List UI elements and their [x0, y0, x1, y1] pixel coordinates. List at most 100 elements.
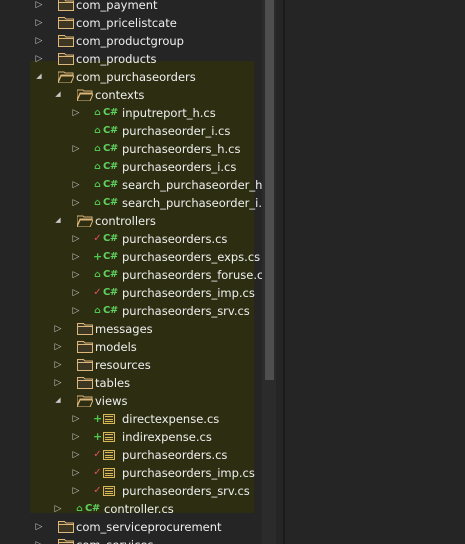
- tree-file-node[interactable]: ⌂C# purchaseorders_srv.cs: [0, 302, 262, 320]
- tree-node-label: purchaseorders.cs: [122, 232, 228, 246]
- tree-file-node[interactable]: ⌂ C# purchaseorders_i.cs: [0, 158, 262, 176]
- tree-file-node[interactable]: ⌂ C# purchaseorder_i.cs: [0, 122, 262, 140]
- expand-arrow-icon[interactable]: [53, 212, 63, 230]
- collapse-arrow-icon[interactable]: [53, 374, 63, 392]
- tree-node-label: purchaseorders_imp.cs: [122, 286, 255, 300]
- collapse-arrow-icon[interactable]: [53, 338, 63, 356]
- lock-status-icon: ⌂: [94, 180, 101, 190]
- collapse-arrow-icon[interactable]: [71, 464, 81, 482]
- plus-status-icon: +: [93, 412, 103, 425]
- collapse-arrow-icon[interactable]: [34, 50, 44, 68]
- tree-node-label: tables: [95, 376, 131, 390]
- folder-icon: [77, 323, 93, 335]
- tree-node-label: views: [95, 394, 128, 408]
- tree-folder-node[interactable]: com_pricelistcate: [0, 14, 262, 32]
- collapse-arrow-icon[interactable]: [71, 428, 81, 446]
- tree-folder-node[interactable]: resources: [0, 356, 262, 374]
- editor-area: [285, 0, 465, 544]
- lock-status-icon: ⌂: [94, 108, 101, 118]
- tree-folder-node[interactable]: tables: [0, 374, 262, 392]
- collapse-arrow-icon[interactable]: [71, 104, 81, 122]
- tree-file-node[interactable]: +C# purchaseorders_exps.cs: [0, 248, 262, 266]
- scrollbar-thumb[interactable]: [265, 0, 274, 380]
- solution-explorer-tree[interactable]: com_payment com_pricelistcate com_productg…: [0, 0, 262, 544]
- expand-arrow-icon[interactable]: [34, 68, 44, 86]
- form-file-icon: [103, 432, 115, 442]
- tree-file-node[interactable]: ⌂C# inputreport_h.cs: [0, 104, 262, 122]
- tree-file-node[interactable]: ✓ purchaseorders.cs: [0, 446, 262, 464]
- tree-folder-node[interactable]: controllers: [0, 212, 262, 230]
- tree-folder-node[interactable]: views: [0, 392, 262, 410]
- lock-status-icon: ⌂: [94, 162, 101, 172]
- tree-node-label: resources: [95, 358, 151, 372]
- tree-file-node[interactable]: ✓ purchaseorders_srv.cs: [0, 482, 262, 500]
- collapse-arrow-icon[interactable]: [71, 248, 81, 266]
- collapse-arrow-icon[interactable]: [71, 284, 81, 302]
- lock-status-icon: ⌂: [94, 126, 101, 136]
- folder-icon: [58, 521, 74, 533]
- collapse-arrow-icon[interactable]: [71, 266, 81, 284]
- csharp-file-icon: C#: [103, 125, 118, 136]
- tree-node-label: directexpense.cs: [122, 412, 220, 426]
- tree-node-label: models: [95, 340, 137, 354]
- lock-status-icon: ⌂: [94, 198, 101, 208]
- tree-node-label: controller.cs: [104, 502, 174, 516]
- plus-status-icon: +: [93, 250, 103, 263]
- tree-folder-node[interactable]: contexts: [0, 86, 262, 104]
- tree-folder-node[interactable]: com_payment: [0, 0, 262, 14]
- folder-icon: [58, 35, 74, 47]
- tree-folder-node[interactable]: models: [0, 338, 262, 356]
- tree-node-label: purchaseorders_srv.cs: [122, 304, 250, 318]
- tree-folder-node[interactable]: com_productgroup: [0, 32, 262, 50]
- tree-folder-node[interactable]: com_services: [0, 536, 262, 544]
- tree-file-node[interactable]: ⌂C# purchaseorders_h.cs: [0, 140, 262, 158]
- tree-file-node[interactable]: ✓C# purchaseorders_imp.cs: [0, 284, 262, 302]
- tree-file-node[interactable]: ✓C# purchaseorders.cs: [0, 230, 262, 248]
- tree-folder-node[interactable]: com_purchaseorders: [0, 68, 262, 86]
- collapse-arrow-icon[interactable]: [53, 320, 63, 338]
- expand-arrow-icon[interactable]: [53, 86, 63, 104]
- collapse-arrow-icon[interactable]: [71, 482, 81, 500]
- tree-node-label: inputreport_h.cs: [122, 106, 216, 120]
- collapse-arrow-icon[interactable]: [34, 32, 44, 50]
- collapse-arrow-icon[interactable]: [71, 176, 81, 194]
- lock-status-icon: ⌂: [94, 144, 101, 154]
- tree-node-label: purchaseorder_i.cs: [122, 124, 231, 138]
- tree-file-node[interactable]: ⌂C# search_purchaseorder_h.cs: [0, 176, 262, 194]
- csharp-file-icon: C#: [103, 143, 118, 154]
- csharp-file-icon: C#: [103, 107, 118, 118]
- tree-file-node[interactable]: ⌂C# purchaseorders_foruse.cs: [0, 266, 262, 284]
- tree-node-label: search_purchaseorder_i.cs: [122, 196, 262, 210]
- vertical-scrollbar[interactable]: [262, 0, 276, 544]
- tree-file-node[interactable]: ⌂C# search_purchaseorder_i.cs: [0, 194, 262, 212]
- tree-node-label: purchaseorders_imp.cs: [122, 466, 255, 480]
- check-status-icon: ✓: [93, 287, 102, 298]
- collapse-arrow-icon[interactable]: [71, 410, 81, 428]
- folder-icon: [77, 359, 93, 371]
- collapse-arrow-icon[interactable]: [71, 302, 81, 320]
- csharp-file-icon: C#: [103, 233, 118, 244]
- collapse-arrow-icon[interactable]: [53, 356, 63, 374]
- csharp-file-icon: C#: [103, 269, 118, 280]
- tree-folder-node[interactable]: com_products: [0, 50, 262, 68]
- tree-node-label: purchaseorders_i.cs: [122, 160, 237, 174]
- tree-file-node[interactable]: + directexpense.cs: [0, 410, 262, 428]
- tree-folder-node[interactable]: messages: [0, 320, 262, 338]
- csharp-file-icon: C#: [103, 161, 118, 172]
- collapse-arrow-icon[interactable]: [34, 14, 44, 32]
- collapse-arrow-icon[interactable]: [34, 0, 44, 14]
- expand-arrow-icon[interactable]: [53, 392, 63, 410]
- collapse-arrow-icon[interactable]: [71, 446, 81, 464]
- collapse-arrow-icon[interactable]: [71, 140, 81, 158]
- collapse-arrow-icon[interactable]: [53, 500, 63, 518]
- collapse-arrow-icon[interactable]: [71, 194, 81, 212]
- tree-file-node[interactable]: + indirexpense.cs: [0, 428, 262, 446]
- collapse-arrow-icon[interactable]: [34, 518, 44, 536]
- tree-file-node[interactable]: ✓ purchaseorders_imp.cs: [0, 464, 262, 482]
- tree-file-node[interactable]: ⌂C# controller.cs: [0, 500, 262, 518]
- collapse-arrow-icon[interactable]: [71, 230, 81, 248]
- tree-node-label: com_productgroup: [76, 34, 184, 48]
- tree-node-label: search_purchaseorder_h.cs: [122, 178, 262, 192]
- collapse-arrow-icon[interactable]: [34, 536, 44, 544]
- tree-folder-node[interactable]: com_serviceprocurement: [0, 518, 262, 536]
